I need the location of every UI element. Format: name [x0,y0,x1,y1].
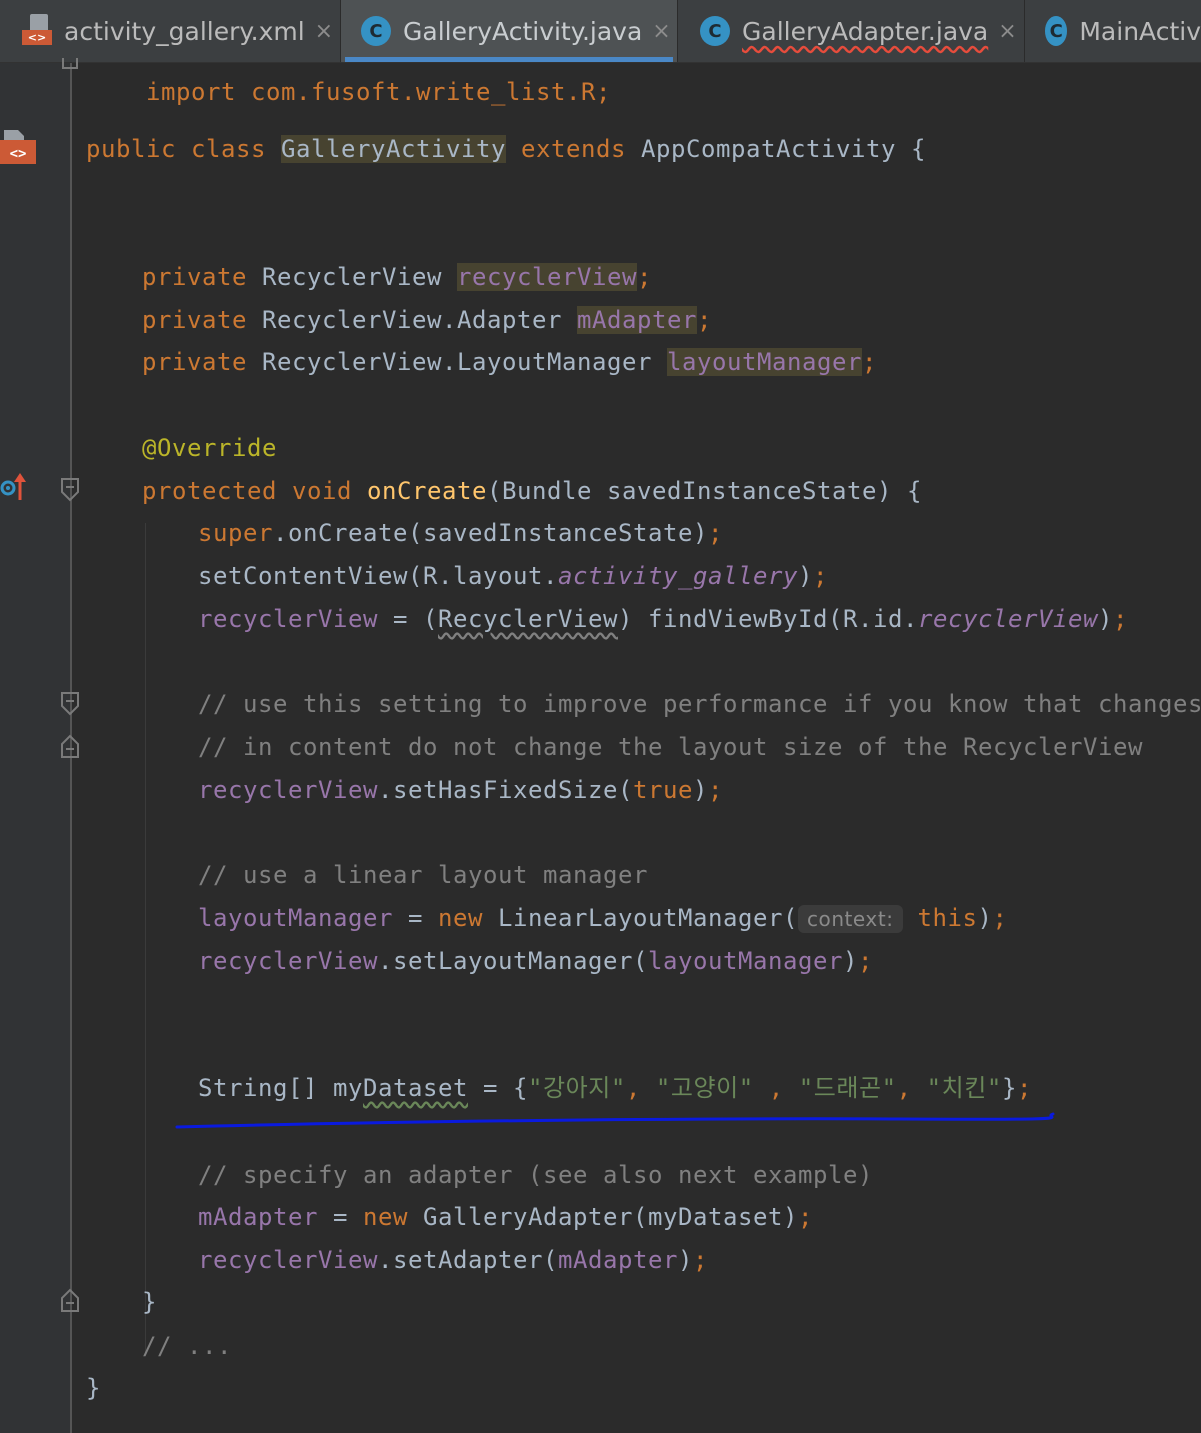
java-class-icon: C [700,16,730,46]
code-comment: // specify an adapter (see also next exa… [198,1161,873,1189]
close-icon[interactable]: × [652,19,670,44]
java-class-icon: C [1045,16,1068,46]
code-line-set-layout-manager: recyclerView.setLayoutManager(layoutMana… [198,947,873,975]
tab-label: GalleryActivity.java [403,16,643,46]
code-line-annotation: @Override [142,434,277,462]
svg-text:<>: <> [10,146,27,162]
tab-gallery-activity-java[interactable]: C GalleryActivity.java × [341,0,678,62]
class-name: GalleryActivity [281,135,506,163]
override-marker-icon[interactable] [0,470,30,502]
code-line-set-content-view: setContentView(R.layout.activity_gallery… [198,562,828,590]
tab-label: MainActiv [1079,16,1201,46]
indent-guide [145,523,146,1353]
tab-main-activity[interactable]: C MainActiv [1025,0,1201,62]
tab-activity-gallery-xml[interactable]: <> activity_gallery.xml × [0,0,341,62]
code-comment: // use a linear layout manager [198,861,648,889]
close-icon[interactable]: × [998,19,1016,44]
code-line-dataset: String[] myDataset = {"강아지", "고양이" , "드래… [198,1074,1032,1102]
editor-tab-bar: <> activity_gallery.xml × C GalleryActiv… [0,0,1201,63]
code-line-find-view: recyclerView = (RecyclerView) findViewBy… [198,605,1128,633]
code-line-field: private RecyclerView recyclerView; [142,263,652,291]
code-line-field: private RecyclerView.LayoutManager layou… [142,348,877,376]
code-line-import: import com.fusoft.write_list.R; [146,78,611,106]
java-class-icon: C [361,16,391,46]
code-line-method-close: } [142,1288,157,1316]
tab-label: GalleryAdapter.java [742,16,989,46]
parameter-hint: context: [797,905,903,933]
code-comment: // in content do not change the layout s… [198,733,1143,761]
code-line-set-fixed-size: recyclerView.setHasFixedSize(true); [198,776,723,804]
code-comment: // ... [142,1332,232,1360]
code-comment: // use this setting to improve performan… [198,690,1201,718]
code-editor[interactable]: import com.fusoft.write_list.R; public c… [72,63,1201,1433]
code-line-set-adapter: recyclerView.setAdapter(mAdapter); [198,1246,708,1274]
active-tab-indicator [345,57,673,62]
code-line-class-close: } [86,1374,101,1402]
code-line-adapter: mAdapter = new GalleryAdapter(myDataset)… [198,1203,813,1231]
code-line-class-declaration: public class GalleryActivity extends App… [86,135,926,163]
close-icon[interactable]: × [315,19,333,44]
related-layout-icon[interactable]: <> [0,126,38,166]
xml-file-icon: <> [22,14,56,48]
tab-gallery-adapter-java[interactable]: C GalleryAdapter.java × [678,0,1025,62]
code-line-method-declaration: protected void onCreate(Bundle savedInst… [142,477,922,505]
code-line-field: private RecyclerView.Adapter mAdapter; [142,306,712,334]
tab-label: activity_gallery.xml [64,16,305,46]
code-line-super-call: super.onCreate(savedInstanceState); [198,519,723,547]
code-line-layout-manager: layoutManager = new LinearLayoutManager(… [198,904,1008,933]
